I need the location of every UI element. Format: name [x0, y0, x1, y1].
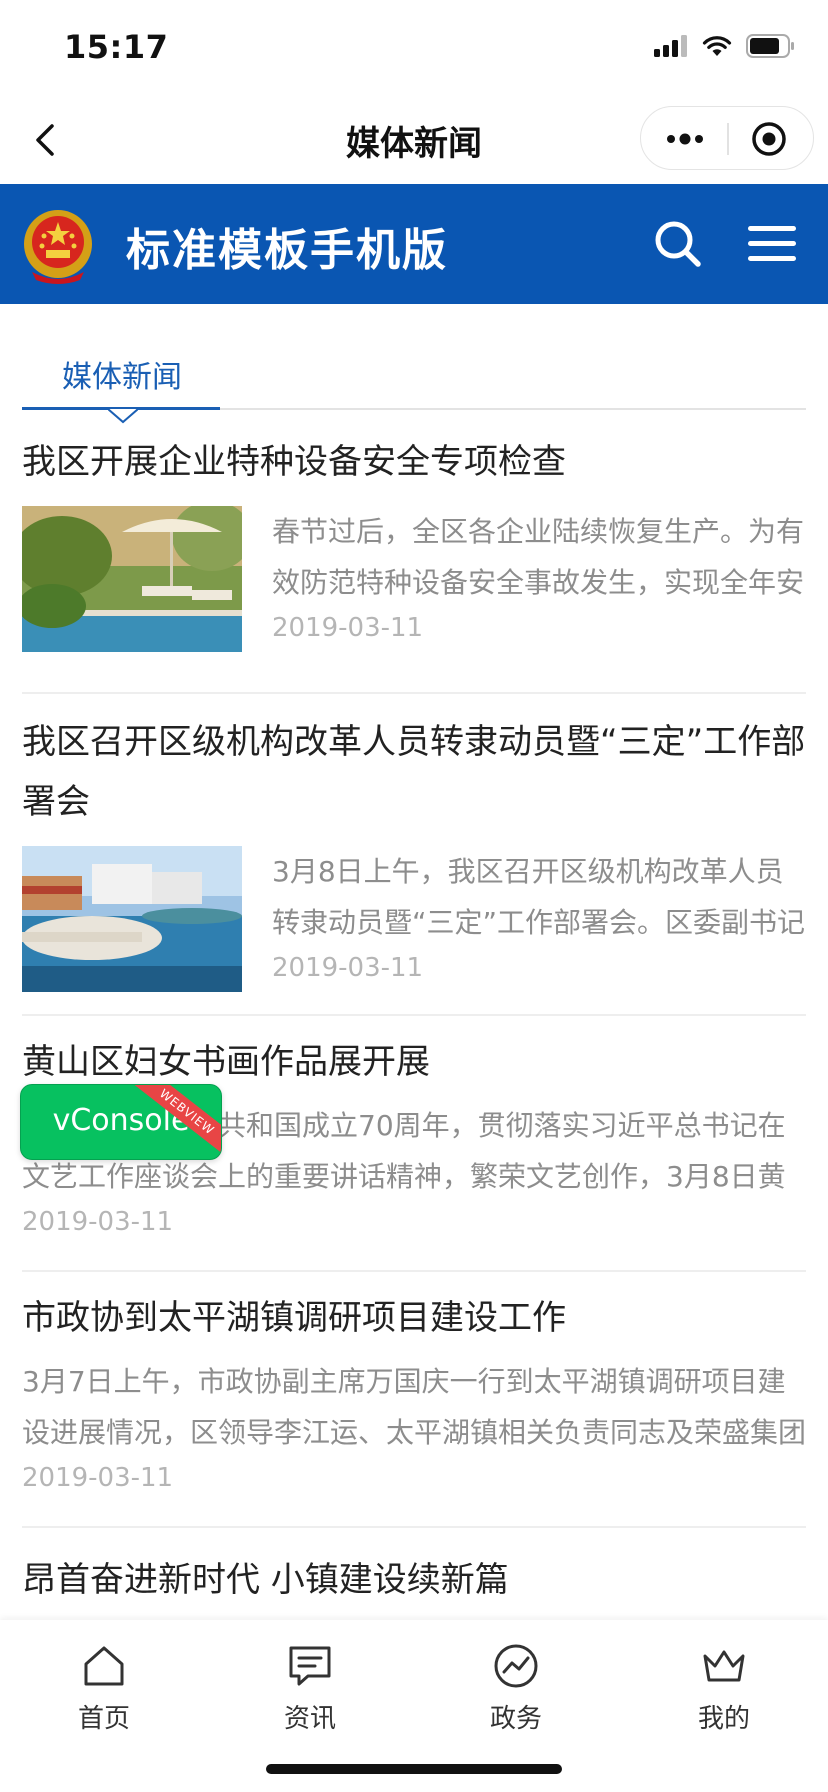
vconsole-button[interactable]: vConsole WEBVIEW [20, 1084, 222, 1160]
search-icon[interactable] [652, 218, 704, 270]
home-indicator [266, 1764, 562, 1774]
tabbar-item-home[interactable]: 首页 [44, 1630, 164, 1740]
tabbar-item-mine[interactable]: 我的 [664, 1630, 784, 1740]
tabbar-item-government[interactable]: 政务 [456, 1630, 576, 1740]
status-bar: 15:17 [0, 0, 828, 96]
news-text: 3月8日上午，我区召开区级机构改革人员转隶动员暨“三定”工作部署会。区委副书记 … [272, 846, 806, 992]
news-item[interactable]: 我区召开区级机构改革人员转隶动员暨“三定”工作部署会 3月8日上午，我区召开区级… [22, 694, 806, 1016]
news-date: 2019-03-11 [22, 1207, 174, 1237]
mini-program-nav-bar: 媒体新闻 [0, 96, 828, 184]
hamburger-menu-icon[interactable] [746, 222, 798, 266]
news-item[interactable]: 我区开展企业特种设备安全专项检查 春节过后，全区各企业陆续恢复生产。为有效防范特… [22, 426, 806, 694]
news-date: 2019-03-11 [272, 613, 424, 643]
news-title[interactable]: 黄山区妇女书画作品展开展 [22, 1032, 806, 1092]
news-date: 2019-03-11 [272, 953, 424, 983]
tabbar-label: 我的 [697, 1704, 750, 1734]
news-date: 2019-03-11 [22, 1463, 174, 1493]
cellular-signal-icon [654, 35, 687, 57]
tab-media-news[interactable]: 媒体新闻 [62, 352, 182, 396]
trend-icon [494, 1644, 538, 1688]
news-title[interactable]: 我区召开区级机构改革人员转隶动员暨“三定”工作部署会 [22, 712, 806, 832]
section-tab-bar: 媒体新闻 [22, 340, 806, 426]
battery-icon [746, 34, 794, 58]
news-list: 我区开展企业特种设备安全专项检查 春节过后，全区各企业陆续恢复生产。为有效防范特… [22, 426, 806, 1610]
capsule-menu [640, 106, 814, 170]
crown-icon [703, 1650, 745, 1682]
status-icons [654, 34, 796, 58]
news-body: 3月8日上午，我区召开区级机构改革人员转隶动员暨“三定”工作部署会。区委副书记 … [22, 846, 806, 992]
news-text: 春节过后，全区各企业陆续恢复生产。为有效防范特种设备安全事故发生，实现全年安 2… [272, 506, 806, 652]
news-item[interactable]: 昂首奋进新时代 小镇建设续新篇 [22, 1528, 806, 1610]
tabbar-label: 资讯 [283, 1704, 336, 1734]
news-summary: 3月7日上午，市政协副主席万国庆一行到太平湖镇调研项目建设进展情况，区领导李江运… [22, 1365, 806, 1449]
tabbar-label: 政务 [489, 1704, 542, 1734]
tab-caret-icon [108, 408, 138, 424]
more-dots-icon[interactable] [665, 125, 705, 153]
tabbar-label: 首页 [77, 1704, 130, 1734]
status-time: 15:17 [64, 28, 169, 66]
capsule-divider [727, 123, 729, 155]
national-emblem-logo [24, 210, 92, 284]
wifi-icon [702, 36, 732, 56]
tabbar-item-news[interactable]: 资讯 [250, 1630, 370, 1740]
close-circle-icon[interactable] [751, 121, 787, 157]
news-summary: 3月8日上午，我区召开区级机构改革人员转隶动员暨“三定”工作部署会。区委副书记 [272, 855, 806, 939]
news-thumbnail[interactable] [22, 846, 242, 992]
news-title[interactable]: 昂首奋进新时代 小镇建设续新篇 [22, 1550, 806, 1610]
news-title[interactable]: 我区开展企业特种设备安全专项检查 [22, 432, 806, 492]
news-thumbnail[interactable] [22, 506, 242, 652]
home-icon [84, 1646, 124, 1686]
message-icon [289, 1646, 331, 1686]
site-header: 标准模板手机版 [0, 184, 828, 304]
news-title[interactable]: 市政协到太平湖镇调研项目建设工作 [22, 1288, 806, 1348]
news-body: 春节过后，全区各企业陆续恢复生产。为有效防范特种设备安全事故发生，实现全年安 2… [22, 506, 806, 652]
news-summary: 春节过后，全区各企业陆续恢复生产。为有效防范特种设备安全事故发生，实现全年安 [272, 515, 805, 599]
news-item[interactable]: 市政协到太平湖镇调研项目建设工作 3月7日上午，市政协副主席万国庆一行到太平湖镇… [22, 1272, 806, 1528]
site-title: 标准模板手机版 [126, 225, 448, 276]
